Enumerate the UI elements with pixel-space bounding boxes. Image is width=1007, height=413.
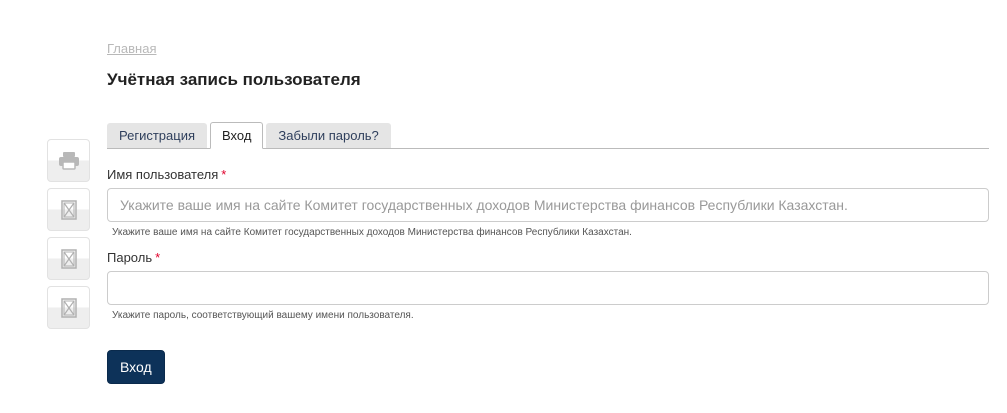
login-submit-button[interactable]: Вход	[107, 350, 165, 384]
page: Главная Учётная запись пользователя Реги…	[0, 0, 1007, 413]
username-label-text: Имя пользователя	[107, 167, 219, 182]
breadcrumb-home-link[interactable]: Главная	[107, 41, 156, 56]
main-content: Главная Учётная запись пользователя Реги…	[107, 40, 989, 384]
print-button[interactable]	[47, 139, 90, 182]
password-label: Пароль *	[107, 249, 989, 267]
required-marker: *	[155, 250, 161, 265]
broken-image-icon	[60, 199, 77, 220]
tab-bar: Регистрация Вход Забыли пароль?	[107, 121, 989, 149]
username-label: Имя пользователя *	[107, 166, 989, 184]
breadcrumb: Главная	[107, 40, 989, 58]
password-input[interactable]	[107, 271, 989, 305]
broken-image-icon	[60, 248, 77, 269]
share-button-3[interactable]	[47, 286, 90, 329]
password-description: Укажите пароль, соответствующий вашему и…	[112, 310, 414, 321]
share-button-1[interactable]	[47, 188, 90, 231]
required-marker: *	[221, 167, 227, 182]
share-button-2[interactable]	[47, 237, 90, 280]
username-input[interactable]	[107, 188, 989, 222]
tab-forgot-password[interactable]: Забыли пароль?	[266, 123, 391, 148]
tab-registration[interactable]: Регистрация	[107, 123, 207, 148]
print-icon	[58, 151, 79, 170]
side-toolbar	[47, 139, 92, 335]
password-label-text: Пароль	[107, 250, 153, 265]
page-title: Учётная запись пользователя	[107, 70, 361, 89]
username-description: Укажите ваше имя на сайте Комитет госуда…	[112, 227, 632, 238]
tab-login[interactable]: Вход	[210, 122, 264, 149]
broken-image-icon	[60, 297, 77, 318]
